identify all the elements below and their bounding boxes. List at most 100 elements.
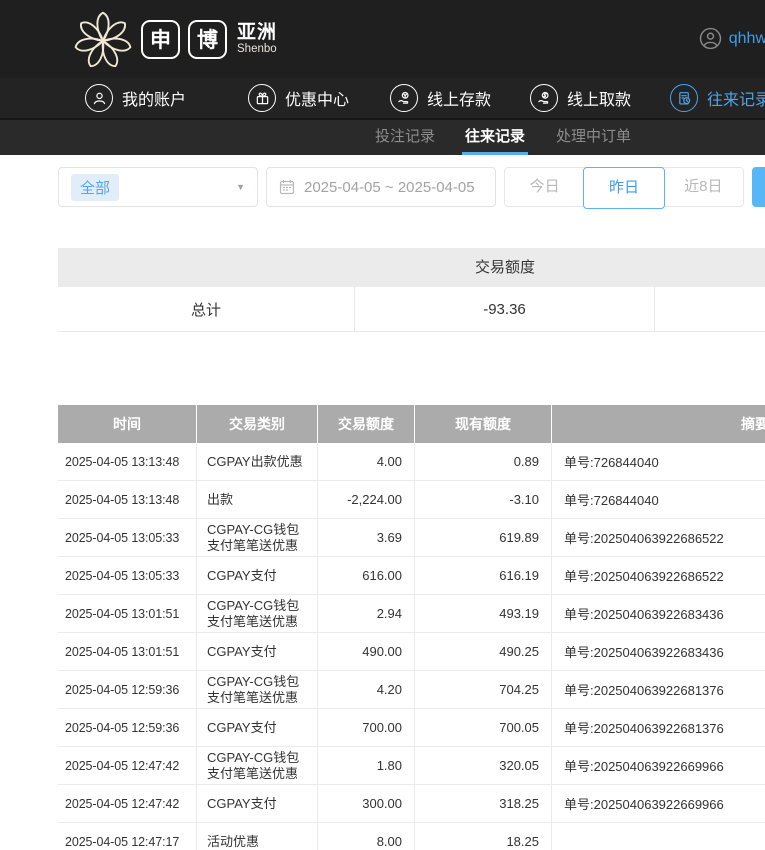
brand-char-shen: 申: [141, 19, 180, 59]
column-header-3: 现有额度: [415, 405, 552, 443]
cell-memo: 单号:202504063922681376: [564, 683, 724, 698]
gift-icon: [248, 84, 276, 112]
cell-amount: 700.00: [318, 709, 415, 746]
cell-type: CGPAY-CG钱包支付笔笔送优惠: [197, 595, 318, 632]
brand-latin: Shenbo: [237, 42, 277, 55]
cell-type: CGPAY-CG钱包支付笔笔送优惠: [197, 671, 318, 708]
column-header-0: 时间: [58, 405, 197, 443]
quick-date-button[interactable]: 昨日: [583, 167, 665, 209]
cell-type: CGPAY支付: [197, 633, 318, 670]
summary-total-row: 总计 -93.36: [58, 287, 765, 332]
cell-balance: 0.89: [415, 443, 552, 480]
cell-type: CGPAY-CG钱包支付笔笔送优惠: [197, 519, 318, 556]
date-range-value: 2025-04-05 ~ 2025-04-05: [304, 178, 475, 196]
date-range-input[interactable]: 2025-04-05 ~ 2025-04-05: [266, 167, 496, 207]
tab-bet-records[interactable]: 投注记录: [372, 120, 438, 155]
cell-amount: 300.00: [318, 785, 415, 822]
summary-empty-cell: [655, 287, 765, 331]
cell-balance: 700.05: [415, 709, 552, 746]
cell-amount: 4.00: [318, 443, 415, 480]
transactions-table: 时间 交易类别 交易额度 现有额度 摘要 2025-04-05 13:13:48 CGPAY…: [58, 405, 765, 850]
cell-time: 2025-04-05 13:13:48: [58, 443, 197, 480]
avatar-icon: [699, 27, 722, 50]
nav-item-transaction-records[interactable]: 往来记录: [670, 78, 765, 118]
cell-type: CGPAY-CG钱包支付笔笔送优惠: [197, 747, 318, 784]
search-button[interactable]: [752, 167, 765, 207]
cell-time: 2025-04-05 13:01:51: [58, 595, 197, 632]
cell-balance: 318.25: [415, 785, 552, 822]
tab-transaction-records[interactable]: 往来记录: [462, 120, 529, 155]
top-bar: 申 博 亚洲 Shenbo qhhw: [0, 0, 765, 78]
deposit-icon: [390, 84, 418, 112]
type-filter-selected-chip: 全部: [71, 173, 120, 201]
column-header-1: 交易类别: [197, 405, 318, 443]
nav-item-label: 线上存款: [427, 92, 492, 109]
table-row: 2025-04-05 12:47:17 活动优惠 8.00 18.25: [58, 823, 765, 850]
cell-type: CGPAY支付: [197, 709, 318, 746]
nav-item-label: 往来记录: [707, 92, 765, 109]
table-row: 2025-04-05 12:47:42 CGPAY支付 300.00 318.25 单号…: [58, 785, 765, 823]
column-header-2: 交易额度: [318, 405, 415, 443]
cell-amount: 616.00: [318, 557, 415, 594]
cell-amount: -2,224.00: [318, 481, 415, 518]
cell-balance: 619.89: [415, 519, 552, 556]
table-row: 2025-04-05 13:01:51 CGPAY-CG钱包支付笔笔送优惠 2.94…: [58, 595, 765, 633]
cell-time: 2025-04-05 12:59:36: [58, 671, 197, 708]
brand-char-bo: 博: [188, 19, 227, 59]
column-header-4: 摘要: [741, 416, 765, 432]
cell-amount: 490.00: [318, 633, 415, 670]
nav-item-promotions[interactable]: 优惠中心: [248, 78, 349, 118]
summary-header-spacer: [655, 248, 765, 287]
lotus-flower-icon: [73, 8, 133, 70]
nav-item-my-account[interactable]: 我的账户: [85, 78, 186, 118]
cell-balance: 490.25: [415, 633, 552, 670]
cell-type: CGPAY出款优惠: [197, 443, 318, 480]
brand-region: 亚洲: [237, 22, 278, 43]
summary-table: 交易额度 总计 -93.36: [58, 248, 765, 332]
sub-nav: 投注记录 往来记录 处理中订单: [0, 118, 765, 155]
nav-item-label: 线上取款: [567, 92, 632, 109]
nav-item-label: 优惠中心: [285, 92, 350, 109]
brand-logo[interactable]: 申 博 亚洲 Shenbo: [73, 8, 277, 70]
summary-total-label: 总计: [58, 287, 355, 331]
records-icon: [670, 84, 698, 112]
nav-item-label: 我的账户: [122, 92, 187, 109]
cell-memo: 单号:202504063922669966: [564, 797, 724, 812]
quick-date-button-group: 今日 昨日 近8日: [504, 167, 744, 209]
table-row: 2025-04-05 12:59:36 CGPAY-CG钱包支付笔笔送优惠 4.20…: [58, 671, 765, 709]
tab-pending-orders[interactable]: 处理中订单: [553, 120, 634, 155]
calendar-icon: [279, 179, 295, 195]
cell-memo: 单号:726844040: [564, 493, 659, 508]
cell-memo: 单号:202504063922681376: [564, 721, 724, 736]
cell-balance: 18.25: [415, 823, 552, 850]
cell-time: 2025-04-05 12:47:42: [58, 747, 197, 784]
summary-header-label: 交易额度: [474, 259, 535, 276]
table-row: 2025-04-05 12:47:42 CGPAY-CG钱包支付笔笔送优惠 1.80…: [58, 747, 765, 785]
cell-time: 2025-04-05 12:47:42: [58, 785, 197, 822]
cell-type: 活动优惠: [197, 823, 318, 850]
type-filter-dropdown[interactable]: 全部 ▼: [58, 167, 258, 207]
nav-item-online-deposit[interactable]: 线上存款: [390, 78, 491, 118]
main-nav: 我的账户 优惠中心 线上存款 线上取款 往来记录: [0, 78, 765, 118]
cell-memo: 单号:202504063922686522: [564, 569, 724, 584]
cell-type: CGPAY支付: [197, 557, 318, 594]
table-row: 2025-04-05 13:13:48 CGPAY出款优惠 4.00 0.89 单号:7…: [58, 443, 765, 481]
cell-time: 2025-04-05 12:59:36: [58, 709, 197, 746]
cell-memo: 单号:202504063922669966: [564, 759, 724, 774]
cell-balance: -3.10: [415, 481, 552, 518]
quick-date-button[interactable]: 近8日: [664, 168, 743, 206]
cell-amount: 2.94: [318, 595, 415, 632]
table-row: 2025-04-05 13:05:33 CGPAY支付 616.00 616.19 单号…: [58, 557, 765, 595]
cell-time: 2025-04-05 13:13:48: [58, 481, 197, 518]
cell-balance: 320.05: [415, 747, 552, 784]
summary-header-spacer: [58, 248, 355, 287]
cell-memo: 单号:202504063922683436: [564, 607, 724, 622]
cell-type: CGPAY支付: [197, 785, 318, 822]
cell-balance: 616.19: [415, 557, 552, 594]
nav-item-online-withdraw[interactable]: 线上取款: [530, 78, 631, 118]
table-row: 2025-04-05 13:01:51 CGPAY支付 490.00 490.25 单号…: [58, 633, 765, 671]
cell-memo: 单号:202504063922686522: [564, 531, 724, 546]
username: qhhw: [728, 29, 765, 47]
quick-date-button[interactable]: 今日: [505, 168, 584, 206]
user-menu[interactable]: qhhw: [699, 27, 765, 50]
